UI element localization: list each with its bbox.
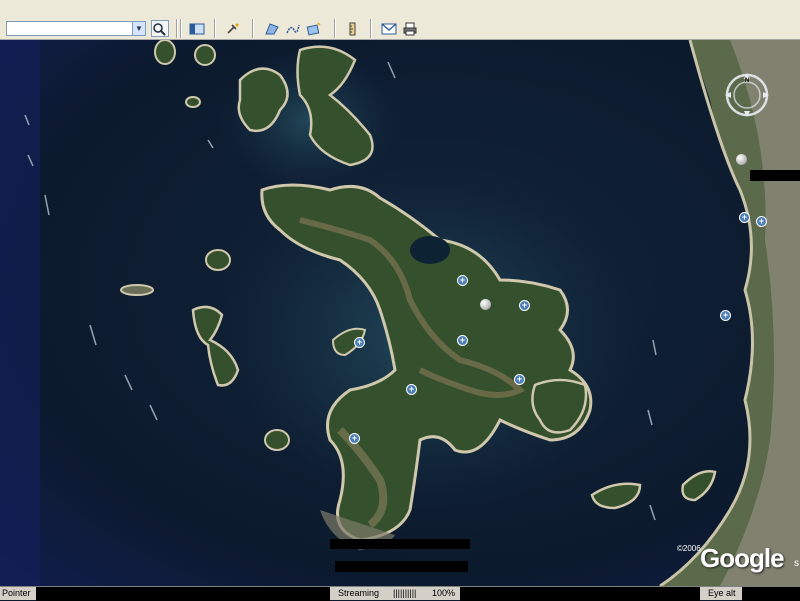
- redacted-pointer-coordinates: [36, 587, 330, 601]
- path-icon: [286, 24, 300, 33]
- search-button[interactable]: [151, 20, 169, 37]
- magnifier-icon: [153, 22, 166, 36]
- status-bar: Pointer Streaming |||||||||| 100% Eye al…: [0, 586, 800, 601]
- satellite-pin-icon: [227, 23, 239, 34]
- toolbar-separator: [180, 19, 182, 38]
- path-button[interactable]: [284, 20, 302, 37]
- polygon-button[interactable]: [263, 20, 281, 37]
- satellite-imagery: [0, 40, 800, 586]
- compass-navigation-control[interactable]: N: [722, 70, 772, 120]
- chevron-down-icon[interactable]: ▼: [132, 22, 145, 35]
- gmail-icon: [381, 22, 397, 34]
- sidebar-toggle-button[interactable]: [188, 20, 206, 37]
- eye-alt-label: Eye alt: [708, 588, 736, 598]
- placemark-marker[interactable]: +: [406, 384, 417, 395]
- toolbar-separator: [176, 19, 178, 38]
- search-input[interactable]: [7, 25, 135, 39]
- polygon-icon: [265, 22, 279, 34]
- placemark-marker[interactable]: +: [457, 335, 468, 346]
- image-overlay-button[interactable]: [305, 20, 323, 37]
- pointer-label: Pointer: [2, 588, 31, 598]
- redacted-label: [330, 539, 470, 549]
- toolbar-separator: [214, 19, 216, 38]
- google-logo-tail: s: [794, 558, 799, 569]
- search-field[interactable]: ▼: [6, 21, 146, 39]
- toolbar: ▼: [0, 0, 800, 40]
- toolbar-separator: [252, 19, 254, 38]
- redacted-label: [750, 170, 800, 181]
- redacted-label: [335, 561, 468, 572]
- streaming-label: Streaming: [338, 588, 380, 598]
- placemark-marker[interactable]: +: [354, 337, 365, 348]
- placemark-marker[interactable]: +: [739, 212, 750, 223]
- streaming-progress-bar: ||||||||||: [393, 588, 417, 598]
- map-view[interactable]: + + + + + + + + + + N ©2006 Google s: [0, 40, 800, 586]
- placemark-marker[interactable]: +: [756, 216, 767, 227]
- placemark-button[interactable]: [224, 20, 242, 37]
- ruler-button[interactable]: [343, 20, 361, 37]
- email-button[interactable]: [380, 20, 398, 37]
- overlay-icon: [306, 21, 321, 36]
- placemark-marker[interactable]: +: [349, 433, 360, 444]
- toolbar-separator: [370, 19, 372, 38]
- sidebar-icon: [189, 23, 205, 34]
- compass-north-label: N: [745, 78, 749, 84]
- ruler-icon: [349, 22, 356, 35]
- placemark-marker[interactable]: +: [514, 374, 525, 385]
- redacted-eye-altitude: [742, 587, 800, 601]
- redacted-status: [460, 587, 700, 601]
- toolbar-separator: [334, 19, 336, 38]
- copyright-year: ©2006: [677, 544, 701, 553]
- placemark-marker[interactable]: +: [457, 275, 468, 286]
- print-button[interactable]: [401, 20, 419, 37]
- placemark-marker[interactable]: +: [720, 310, 731, 321]
- google-logo: Google: [700, 543, 785, 573]
- sphere-placemark-icon[interactable]: [480, 299, 491, 310]
- placemark-marker[interactable]: +: [519, 300, 530, 311]
- streaming-percent: 100%: [432, 588, 456, 598]
- printer-icon: [403, 22, 417, 35]
- sphere-placemark-icon[interactable]: [736, 154, 747, 165]
